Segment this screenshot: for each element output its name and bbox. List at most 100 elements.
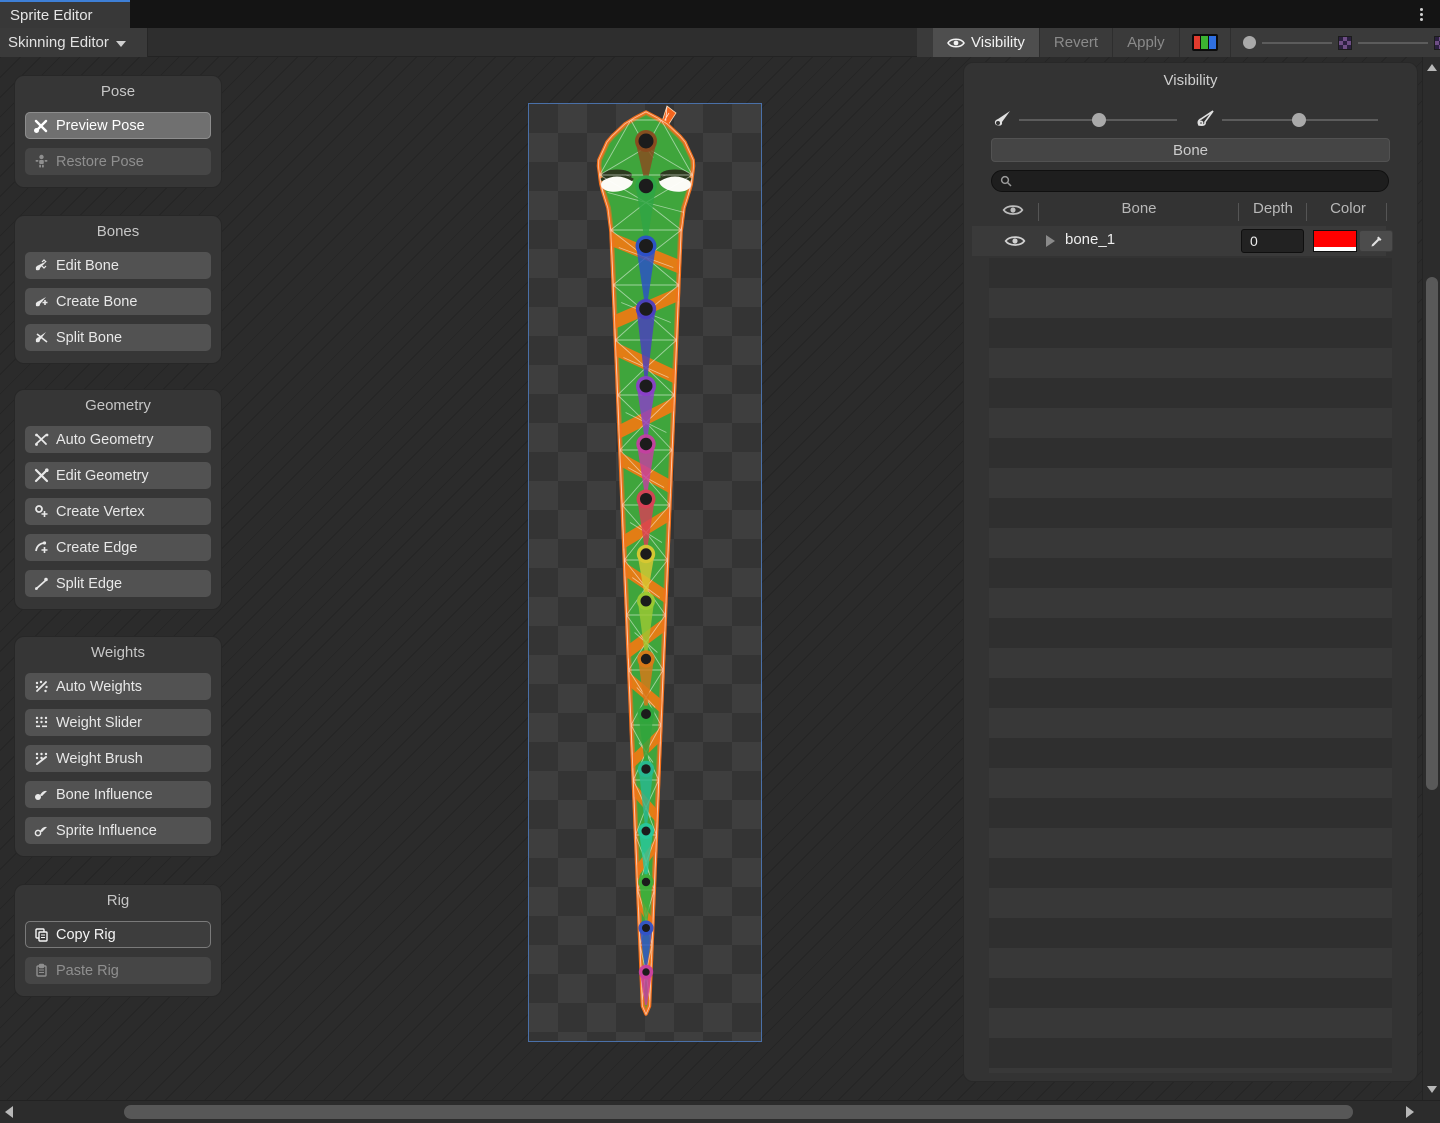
skinning-editor-dropdown[interactable]: Skinning Editor xyxy=(0,28,148,57)
search-input[interactable] xyxy=(1018,173,1380,190)
search-icon xyxy=(1000,175,1012,187)
visibility-toggle-button[interactable]: Visibility xyxy=(933,28,1040,57)
mesh-opacity-slider[interactable] xyxy=(1358,42,1428,44)
title-bar: Sprite Editor xyxy=(0,0,1440,28)
sprite-opacity-slider-knob[interactable] xyxy=(1243,36,1256,49)
tab-sprite-editor[interactable]: Sprite Editor xyxy=(0,0,130,28)
eye-column-icon xyxy=(1002,203,1024,217)
create-bone-icon xyxy=(34,294,49,309)
bone-visibility-eye-icon[interactable] xyxy=(1004,234,1026,248)
create-edge-button[interactable]: Create Edge xyxy=(25,534,211,561)
visibility-panel-title: Visibility xyxy=(964,72,1417,89)
edit-geometry-icon xyxy=(34,468,49,483)
restore-pose-icon xyxy=(34,154,49,169)
panel-rig-title: Rig xyxy=(107,892,130,909)
paste-rig-button[interactable]: Paste Rig xyxy=(25,957,211,984)
split-bone-icon xyxy=(34,330,49,345)
disclosure-triangle-icon[interactable] xyxy=(1046,235,1055,247)
header-bone: Bone xyxy=(1084,200,1194,217)
toolbar-right: Visibility Revert Apply xyxy=(917,28,1440,57)
weight-brush-button[interactable]: Weight Brush xyxy=(25,745,211,772)
bone-depth-input[interactable] xyxy=(1241,229,1304,253)
copy-rig-button[interactable]: Copy Rig xyxy=(25,921,211,948)
sprite-opacity-slider[interactable] xyxy=(1262,42,1332,44)
create-edge-icon xyxy=(34,540,49,555)
panel-geometry-title: Geometry xyxy=(85,397,151,414)
split-bone-button[interactable]: Split Bone xyxy=(25,324,211,351)
create-vertex-icon xyxy=(34,504,49,519)
bone-influence-label: Bone Influence xyxy=(56,787,153,803)
split-edge-icon xyxy=(34,576,49,591)
bone-table-header: Bone Depth Color xyxy=(964,200,1417,226)
mesh-opacity-outline-icon xyxy=(1195,107,1217,129)
apply-button[interactable]: Apply xyxy=(1113,28,1180,57)
sprite-editor-window: Sprite Editor Skinning Editor Visibility… xyxy=(0,0,1440,1123)
transparency-checker-icon xyxy=(1338,36,1352,50)
scroll-right-arrow-icon[interactable] xyxy=(1406,1106,1414,1118)
panel-pose-title: Pose xyxy=(101,83,135,100)
auto-weights-button[interactable]: Auto Weights xyxy=(25,673,211,700)
bone-influence-button[interactable]: Bone Influence xyxy=(25,781,211,808)
bone-tab-button[interactable]: Bone xyxy=(991,138,1390,162)
toolbar: Skinning Editor Visibility Revert Apply xyxy=(0,28,1440,57)
empty-bone-list-rows xyxy=(989,258,1392,1073)
create-bone-label: Create Bone xyxy=(56,294,137,310)
auto-geometry-icon xyxy=(34,432,49,447)
auto-geometry-label: Auto Geometry xyxy=(56,432,154,448)
kebab-menu-icon[interactable] xyxy=(1414,5,1428,23)
split-edge-button[interactable]: Split Edge xyxy=(25,570,211,597)
vertical-scrollbar[interactable] xyxy=(1422,57,1440,1100)
create-edge-label: Create Edge xyxy=(56,540,137,556)
preview-pose-icon xyxy=(34,118,49,133)
edit-geometry-button[interactable]: Edit Geometry xyxy=(25,462,211,489)
split-edge-label: Split Edge xyxy=(56,576,122,592)
edit-geometry-label: Edit Geometry xyxy=(56,468,149,484)
bone-opacity-slider[interactable] xyxy=(1019,113,1177,127)
sprite-influence-label: Sprite Influence xyxy=(56,823,157,839)
swatch-wrap xyxy=(1180,28,1231,57)
edit-bone-button[interactable]: Edit Bone xyxy=(25,252,211,279)
sprite-influence-button[interactable]: Sprite Influence xyxy=(25,817,211,844)
weight-slider-label: Weight Slider xyxy=(56,715,142,731)
weight-brush-icon xyxy=(34,751,49,766)
auto-weights-icon xyxy=(34,679,49,694)
eyedropper-button[interactable] xyxy=(1359,230,1393,252)
sprite-canvas[interactable] xyxy=(528,103,762,1042)
bone-row: bone_1 xyxy=(972,226,1386,256)
eye-icon xyxy=(947,37,965,49)
bone-opacity-slider-knob[interactable] xyxy=(1092,113,1106,127)
mesh-opacity-slider[interactable] xyxy=(1222,113,1378,127)
edit-bone-icon xyxy=(34,258,49,273)
create-vertex-label: Create Vertex xyxy=(56,504,145,520)
panel-pose: Pose Preview Pose Restore Pose xyxy=(14,75,222,188)
preview-pose-label: Preview Pose xyxy=(56,118,145,134)
weight-slider-button[interactable]: Weight Slider xyxy=(25,709,211,736)
panel-weights-title: Weights xyxy=(91,644,145,661)
rgb-color-swatch-icon[interactable] xyxy=(1192,34,1218,51)
bone-influence-icon xyxy=(34,787,49,802)
apply-label: Apply xyxy=(1127,34,1165,51)
vertical-scrollbar-thumb[interactable] xyxy=(1426,277,1438,790)
panel-geometry: Geometry Auto Geometry Edit Geometry Cre… xyxy=(14,389,222,610)
auto-geometry-button[interactable]: Auto Geometry xyxy=(25,426,211,453)
scroll-down-arrow-icon[interactable] xyxy=(1427,1086,1437,1093)
horizontal-scrollbar[interactable] xyxy=(0,1100,1440,1123)
bone-search-field xyxy=(991,170,1389,192)
workspace: Pose Preview Pose Restore Pose Bones xyxy=(0,57,1440,1100)
preview-pose-button[interactable]: Preview Pose xyxy=(25,112,211,139)
visibility-toggle-label: Visibility xyxy=(971,34,1025,51)
scroll-up-arrow-icon[interactable] xyxy=(1427,64,1437,71)
weight-brush-label: Weight Brush xyxy=(56,751,143,767)
revert-button[interactable]: Revert xyxy=(1040,28,1113,57)
chevron-down-icon xyxy=(116,41,126,47)
scroll-left-arrow-icon[interactable] xyxy=(5,1106,13,1118)
skinning-editor-dropdown-label: Skinning Editor xyxy=(8,34,109,51)
horizontal-scrollbar-thumb[interactable] xyxy=(124,1105,1353,1119)
mesh-opacity-slider-knob[interactable] xyxy=(1292,113,1306,127)
split-bone-label: Split Bone xyxy=(56,330,122,346)
create-bone-button[interactable]: Create Bone xyxy=(25,288,211,315)
create-vertex-button[interactable]: Create Vertex xyxy=(25,498,211,525)
bone-tab-label: Bone xyxy=(1173,142,1208,159)
restore-pose-button[interactable]: Restore Pose xyxy=(25,148,211,175)
bone-color-swatch[interactable] xyxy=(1313,230,1357,252)
